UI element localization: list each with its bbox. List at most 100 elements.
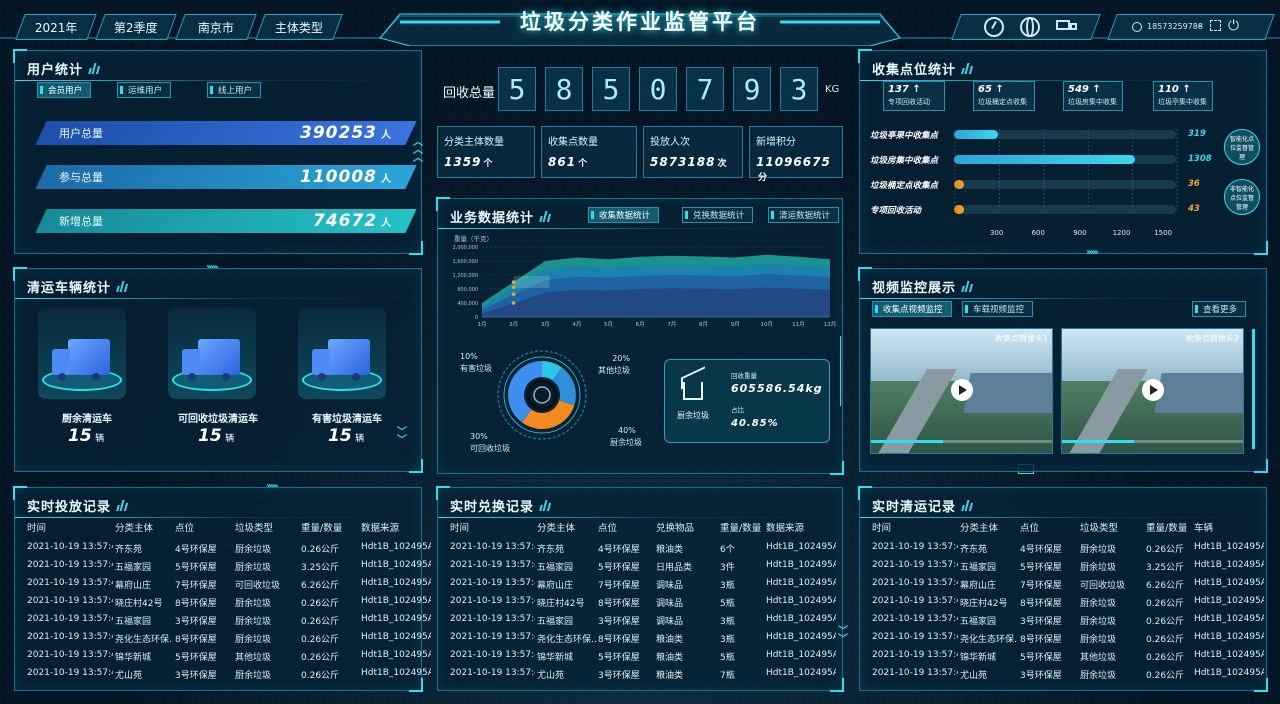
table-cell: 0.26公斤 bbox=[301, 653, 340, 663]
box-drop-count: 投放人次 5873188 次 bbox=[643, 126, 743, 178]
x-tick-label: 1月 bbox=[478, 321, 487, 328]
table-cell: 五福家园 bbox=[960, 617, 997, 627]
table-cell: Hdt1B_102495A bbox=[766, 632, 836, 642]
recycle-digit: 3 bbox=[780, 67, 818, 111]
table-cell: 2021-10-19 13:57:43 bbox=[450, 614, 535, 624]
highlight-point[interactable] bbox=[511, 301, 516, 305]
table-cell: 五福家园 bbox=[115, 617, 152, 627]
table-cell: 尤山苑 bbox=[960, 671, 988, 681]
bar-fill bbox=[954, 205, 964, 214]
table-cell: 五福家园 bbox=[960, 563, 997, 573]
table-cell: 尧化生态环保... bbox=[115, 635, 173, 645]
truck-wheel bbox=[222, 373, 230, 381]
video-player-2[interactable]: 收集点摄像头2 bbox=[1061, 328, 1244, 454]
table-cell: 5瓶 bbox=[720, 653, 735, 663]
tooltip-box bbox=[513, 276, 550, 288]
gauge-icon[interactable] bbox=[984, 17, 1004, 37]
power-icon[interactable]: ⏻ bbox=[1228, 18, 1239, 34]
tab-exchange-data[interactable]: 兑换数据统计 bbox=[682, 207, 754, 223]
table-cell: 2021-10-19 13:57:43 bbox=[27, 578, 113, 588]
tab-member-users[interactable]: 会员用户 bbox=[37, 82, 92, 98]
donut-label: 10% bbox=[460, 352, 478, 361]
table-cell: 尧化生态环保... bbox=[537, 635, 596, 645]
table-cell: 7号环保屋 bbox=[175, 581, 217, 591]
tab-online-users[interactable]: 线上用户 bbox=[207, 82, 262, 98]
tab-collection-data[interactable]: 收集数据统计 bbox=[588, 207, 660, 223]
view-more-button[interactable]: 查看更多 bbox=[1192, 301, 1247, 317]
donut-label: 40% bbox=[618, 426, 636, 435]
y-tick-label: 400,000 bbox=[457, 301, 478, 307]
donut-label: 可回收垃圾 bbox=[470, 444, 510, 453]
table-cell: 可回收垃圾 bbox=[235, 581, 281, 591]
side-btn-smart[interactable]: 智能化点位监督管理 bbox=[1224, 129, 1260, 165]
table-cell: 厨余垃圾 bbox=[1080, 563, 1117, 573]
recycle-digit: 8 bbox=[545, 67, 583, 111]
table-cell: 厨余垃圾 bbox=[1080, 671, 1117, 681]
user-icon bbox=[1132, 22, 1142, 32]
video-player-1[interactable]: 收集点摄像头1 bbox=[870, 328, 1053, 454]
kitchen-weight: 605586.54kg bbox=[731, 382, 823, 395]
camera-label: 收集点摄像头1 bbox=[994, 334, 1048, 343]
table-cell: 2021-10-19 13:57:43 bbox=[27, 614, 113, 624]
filter-quarter[interactable]: 第2季度 bbox=[95, 14, 177, 40]
table-cell: Hdt1B_102495A bbox=[361, 650, 431, 660]
table-cell: Hdt1B_102495A bbox=[766, 542, 836, 552]
panel-title: 实时投放记录 bbox=[27, 500, 112, 515]
filter-city[interactable]: 南京市 bbox=[175, 14, 257, 40]
table-cell: 粮油类 bbox=[656, 545, 684, 555]
page-title: 垃圾分类作业监管平台 bbox=[520, 10, 760, 34]
bar-label: 垃圾房集中收集点 bbox=[870, 156, 939, 166]
table-cell: 幕府山庄 bbox=[537, 581, 574, 591]
table-cell: 五福家园 bbox=[537, 563, 574, 573]
table-cell: 2021-10-19 13:57:43 bbox=[27, 650, 113, 660]
x-tick-label: 1500 bbox=[1154, 229, 1172, 237]
truck-icon[interactable] bbox=[1056, 20, 1078, 34]
donut-label: 有害垃圾 bbox=[460, 364, 492, 373]
truck-body bbox=[198, 339, 240, 375]
highlight-point[interactable] bbox=[511, 280, 516, 284]
box-entity-count: 分类主体数量 1359 个 bbox=[437, 126, 535, 178]
bar-fill bbox=[954, 180, 964, 189]
x-tick-label: 2月 bbox=[509, 321, 518, 328]
table-cell: 2021-10-19 13:57:43 bbox=[450, 542, 535, 552]
highlight-point[interactable] bbox=[511, 292, 516, 297]
table-cell: 0.26公斤 bbox=[1146, 617, 1185, 627]
filter-year[interactable]: 2021年 bbox=[15, 14, 97, 40]
scroll-chevron-icon[interactable]: ﹀ ﹀ bbox=[397, 428, 407, 446]
tab-transport-data[interactable]: 清运数据统计 bbox=[768, 207, 840, 223]
table-cell: 0.26公斤 bbox=[301, 617, 340, 627]
table-cell: 0.26公斤 bbox=[1146, 653, 1185, 663]
table-cell: 0.26公斤 bbox=[301, 635, 340, 645]
table-cell: 2021-10-19 13:57:43 bbox=[872, 632, 958, 642]
tab-vehicle-video[interactable]: 车载视频监控 bbox=[962, 301, 1034, 317]
tab-collection-video[interactable]: 收集点视频监控 bbox=[872, 301, 952, 317]
bar-fill bbox=[954, 155, 1136, 164]
table-cell: 厨余垃圾 bbox=[1080, 545, 1117, 555]
scroll-chevron-icon[interactable]: ﹀ ﹀ bbox=[838, 627, 848, 645]
play-icon[interactable] bbox=[1142, 379, 1164, 401]
highlight-point[interactable] bbox=[511, 285, 516, 290]
table-cell: 厨余垃圾 bbox=[1080, 599, 1117, 609]
table-cell: Hdt1B_102495A bbox=[361, 614, 431, 624]
table-cell: 2021-10-19 13:57:43 bbox=[27, 632, 113, 642]
chevron-down-icon[interactable]: ⌄ bbox=[1196, 19, 1204, 30]
table-cell: 2021-10-19 13:57:43 bbox=[27, 560, 113, 570]
vehicle-count-hazardous: 15 bbox=[328, 426, 352, 446]
table-cell: 2021-10-19 13:57:43 bbox=[450, 668, 535, 678]
table-cell: 0.26公斤 bbox=[1146, 599, 1185, 609]
play-icon[interactable] bbox=[951, 379, 973, 401]
scroll-chevron-icon[interactable]: ︿ ︿ ︿ bbox=[413, 138, 423, 164]
y-tick-label: 2,000,000 bbox=[453, 245, 478, 251]
panel-title: 实时清运记录 bbox=[872, 500, 957, 515]
card-bin-fixed: 65 ↑ 垃圾桶定点收集 bbox=[973, 81, 1035, 111]
truck-wheel bbox=[318, 373, 326, 381]
expand-icon[interactable] bbox=[1210, 20, 1221, 31]
tab-ops-users[interactable]: 运维用户 bbox=[117, 82, 172, 98]
side-btn-nonsmart[interactable]: 非智能化点位监督管理 bbox=[1224, 179, 1260, 215]
table-cell: 3.25公斤 bbox=[1146, 563, 1185, 573]
globe-icon[interactable] bbox=[1020, 17, 1040, 37]
filter-entity-type[interactable]: 主体类型 bbox=[255, 14, 343, 40]
table-cell: Hdt1B_102495A bbox=[1194, 560, 1264, 570]
box-collection-points: 收集点数量 861 个 bbox=[541, 126, 637, 178]
user-phone[interactable]: 18573259788 bbox=[1147, 22, 1203, 31]
